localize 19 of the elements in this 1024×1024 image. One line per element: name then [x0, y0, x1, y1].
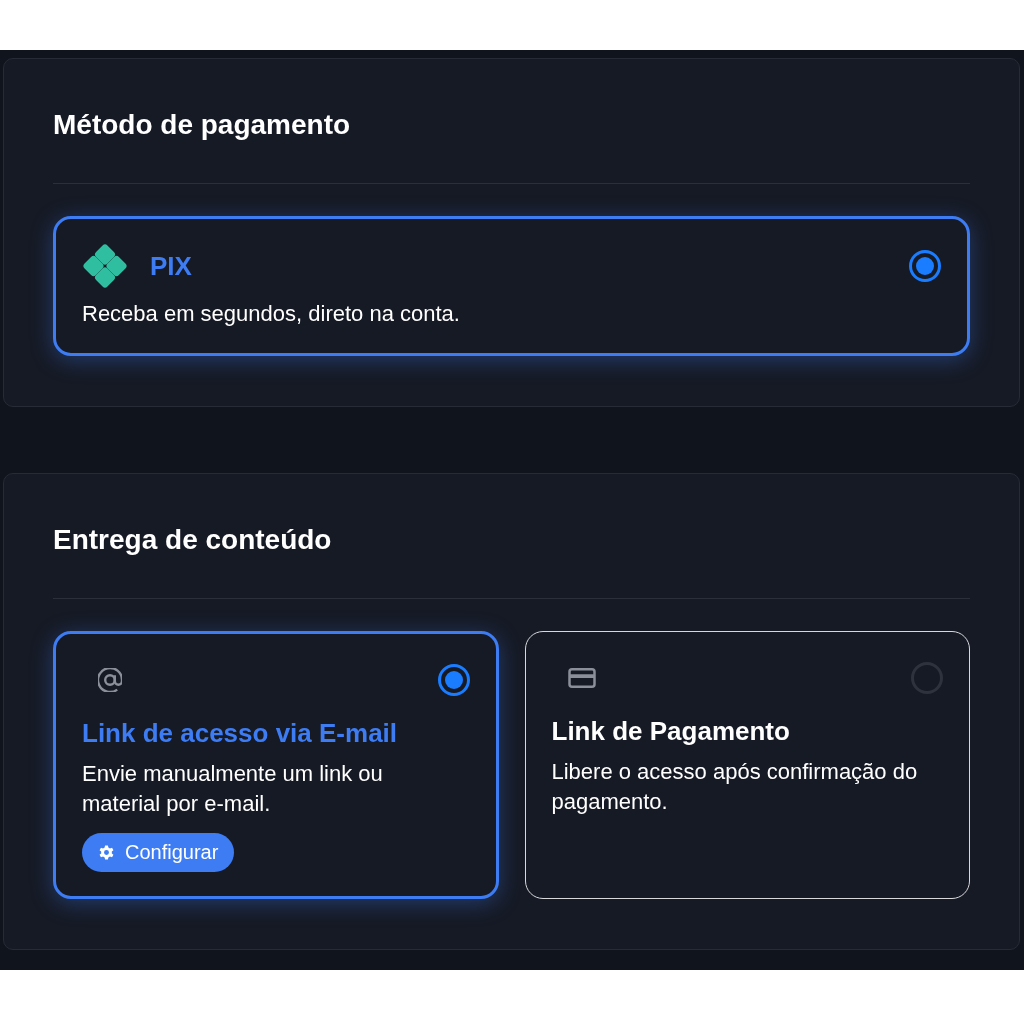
gear-icon [98, 844, 115, 861]
diamond-icon [82, 243, 128, 289]
option-description: Receba em segundos, direto na conta. [82, 300, 461, 328]
option-title: PIX [150, 250, 192, 282]
option-title: Link de Pagamento [551, 716, 791, 747]
option-description: Libere o acesso após confirmação do pagamento. [551, 758, 919, 816]
section-title: Método de pagamento [53, 109, 352, 141]
option-card[interactable]: PIX Receba em segundos, direto na conta. [53, 216, 970, 356]
radio-button[interactable] [437, 664, 470, 696]
option-card[interactable]: Link de Pagamento Libere o acesso após confirmação do pagamento. [524, 631, 970, 899]
configure-button[interactable]: Configurar [82, 833, 235, 872]
at-sign-icon [98, 668, 122, 692]
credit-card-icon [567, 668, 596, 688]
section-title: Entrega de conteúdo [53, 524, 333, 556]
option-description: Envie manualmente um link ou material por e-mail. [82, 760, 384, 818]
option-card[interactable]: Link de acesso via E-mail Envie manualmente um link ou material por e-mail. Configurar [53, 631, 499, 899]
radio-button[interactable] [911, 662, 943, 694]
radio-button[interactable] [909, 250, 941, 282]
option-title: Link de acesso via E-mail [82, 718, 399, 749]
